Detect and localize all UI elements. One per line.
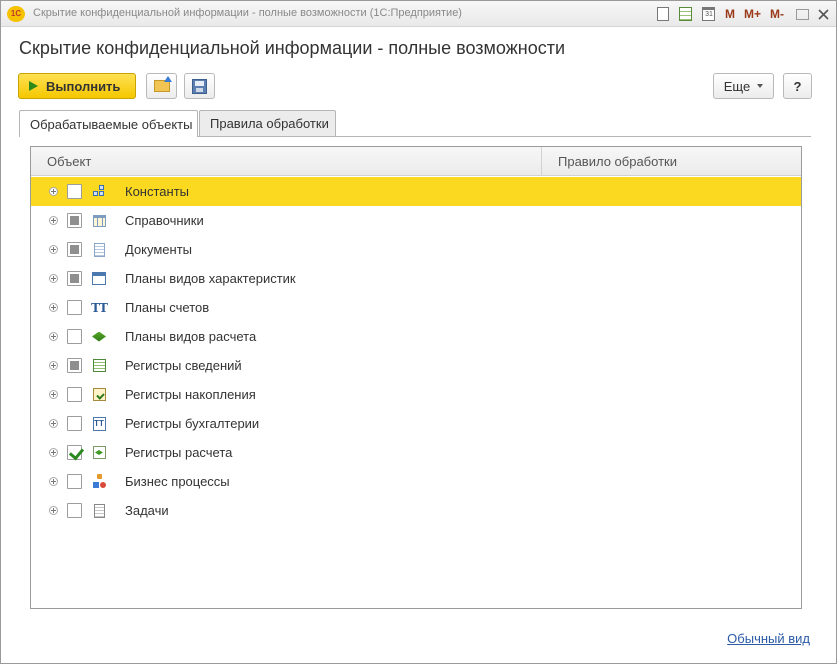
calendar-icon[interactable]: 31 [700,5,718,23]
chevron-down-icon [757,84,764,88]
folder-open-icon [153,76,172,92]
characteristic-types-icon [91,271,107,287]
maximize-button[interactable] [791,5,809,23]
expand-icon[interactable] [49,361,58,370]
more-menu-label: Еще [723,78,751,94]
app-logo-icon[interactable]: 1C [7,6,25,22]
row-checkbox[interactable] [67,387,82,402]
table-row[interactable]: Регистры накопления [31,380,801,409]
play-icon [29,81,38,91]
row-checkbox[interactable] [67,445,82,460]
expand-icon[interactable] [49,448,58,457]
row-checkbox[interactable] [67,213,82,228]
memory-button[interactable]: M [723,5,737,23]
row-label: Константы [125,184,189,199]
more-menu-button[interactable]: Еще [713,73,774,99]
information-registers-icon [91,358,107,374]
table-row[interactable]: Планы видов расчета [31,322,801,351]
expand-icon[interactable] [49,245,58,254]
table-row[interactable]: Константы [31,177,801,206]
table-row[interactable]: ТТ Планы счетов [31,293,801,322]
row-label: Регистры накопления [125,387,256,402]
chart-of-accounts-icon: ТТ [91,300,108,315]
tab-processing-rules[interactable]: Правила обработки [199,110,336,136]
row-checkbox[interactable] [67,474,82,489]
row-label: Регистры бухгалтерии [125,416,260,431]
maximize-icon [796,8,809,20]
run-button[interactable]: Выполнить [18,73,136,99]
table-row[interactable]: Бизнес процессы [31,467,801,496]
title-bar-tools: 31 M M+ M- [649,5,832,23]
expand-icon[interactable] [49,187,58,196]
row-checkbox[interactable] [67,416,82,431]
objects-table[interactable]: Объект Правило обработки Константы Справ… [30,146,802,609]
table-row[interactable]: Регистры сведений [31,351,801,380]
table-row[interactable]: Справочники [31,206,801,235]
column-header-rule[interactable]: Правило обработки [542,147,801,175]
run-button-label: Выполнить [46,78,121,94]
expand-icon[interactable] [49,419,58,428]
expand-icon[interactable] [49,274,58,283]
open-button[interactable] [146,73,177,99]
calculation-registers-icon [91,445,107,461]
expand-icon[interactable] [49,506,58,515]
window-title: Скрытие конфиденциальной информации - по… [33,7,462,19]
row-checkbox[interactable] [67,329,82,344]
page-title: Скрытие конфиденциальной информации - по… [19,38,566,58]
app-window: 1C Скрытие конфиденциальной информации -… [0,0,837,664]
tasks-icon [91,503,107,519]
row-label: Планы видов характеристик [125,271,296,286]
expand-icon[interactable] [49,216,58,225]
row-label: Задачи [125,503,169,518]
row-label: Бизнес процессы [125,474,230,489]
row-checkbox[interactable] [67,242,82,257]
row-label: Документы [125,242,193,257]
table-rows: Константы Справочники Документы Планы ви… [31,177,801,525]
spreadsheet-icon[interactable] [677,5,695,23]
close-button[interactable] [814,5,832,23]
row-checkbox[interactable] [67,358,82,373]
accounting-registers-icon: ТТ [91,416,107,432]
memory-add-button[interactable]: M+ [742,5,763,23]
documents-icon [91,242,107,258]
table-row[interactable]: Задачи [31,496,801,525]
print-icon[interactable] [654,5,672,23]
title-bar: 1C Скрытие конфиденциальной информации -… [1,1,836,27]
catalogs-icon [91,213,107,229]
constants-icon [91,184,107,200]
save-button[interactable] [184,73,215,99]
column-header-object[interactable]: Объект [31,147,542,175]
normal-view-link[interactable]: Обычный вид [727,631,810,646]
calculation-types-icon [91,329,107,345]
tab-processed-objects[interactable]: Обрабатываемые объекты [19,110,198,137]
close-icon [817,8,829,20]
row-checkbox[interactable] [67,184,82,199]
expand-icon[interactable] [49,390,58,399]
row-checkbox[interactable] [67,503,82,518]
floppy-disk-icon [192,78,207,94]
help-button[interactable]: ? [783,73,812,99]
table-row[interactable]: ТТ Регистры бухгалтерии [31,409,801,438]
table-header: Объект Правило обработки [31,147,801,176]
row-checkbox[interactable] [67,271,82,286]
expand-icon[interactable] [49,477,58,486]
table-row[interactable]: Регистры расчета [31,438,801,467]
table-row[interactable]: Планы видов характеристик [31,264,801,293]
row-label: Планы счетов [125,300,210,315]
row-label: Планы видов расчета [125,329,257,344]
row-checkbox[interactable] [67,300,82,315]
business-processes-icon [91,474,107,490]
expand-icon[interactable] [49,303,58,312]
row-label: Регистры сведений [125,358,242,373]
expand-icon[interactable] [49,332,58,341]
row-label: Регистры расчета [125,445,233,460]
table-row[interactable]: Документы [31,235,801,264]
memory-subtract-button[interactable]: M- [768,5,786,23]
row-label: Справочники [125,213,204,228]
accumulation-registers-icon [91,387,107,403]
